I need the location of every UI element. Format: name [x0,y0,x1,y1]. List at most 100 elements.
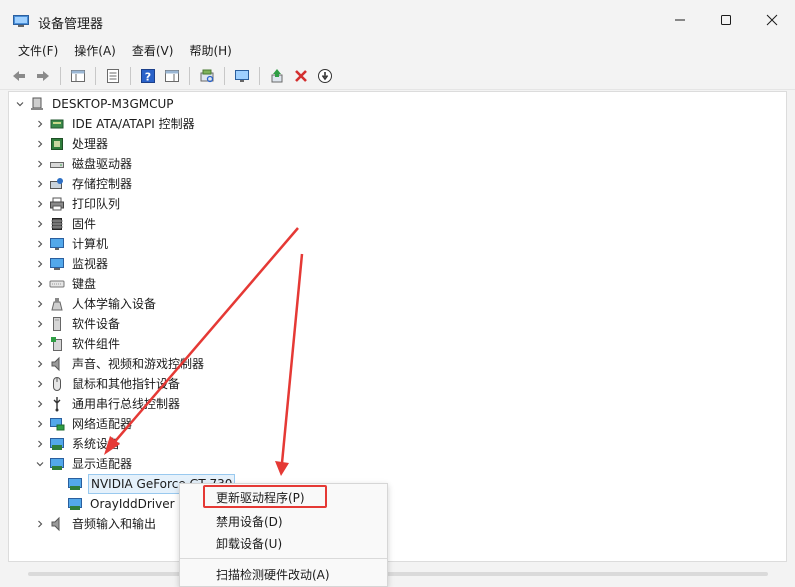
device-item[interactable]: OrayIddDriver [66,494,177,514]
minimize-button[interactable] [657,0,703,40]
toolbar-separator [224,66,225,85]
menu-help[interactable]: 帮助(H) [181,40,239,62]
menu-file[interactable]: 文件(F) [10,40,66,62]
chevron-right-icon[interactable] [32,234,48,254]
hid-icon [48,295,66,313]
close-button[interactable] [749,0,795,40]
tree-root[interactable]: DESKTOP-M3GMCUP [12,94,176,114]
chevron-right-icon[interactable] [32,154,48,174]
scan-hardware-icon [200,69,214,82]
tree-category-label: 软件设备 [72,317,121,331]
tree-category[interactable]: 通用串行总线控制器 [32,394,182,414]
chevron-right-icon[interactable] [32,194,48,214]
tree-category-label: 声音、视频和游戏控制器 [72,357,205,371]
tree-category-label: 计算机 [72,237,109,251]
tree-category-label: 系统设备 [72,437,121,451]
tree-category-label: 人体学输入设备 [72,297,157,311]
tree-category[interactable]: 打印队列 [32,194,122,214]
help-button[interactable]: ? [137,65,159,87]
chevron-right-icon[interactable] [32,174,48,194]
chevron-right-icon[interactable] [32,214,48,234]
menu-item-scan-hardware[interactable]: 扫描检测硬件改动(A) [216,566,330,583]
update-driver-button[interactable] [266,65,288,87]
chevron-right-icon[interactable] [32,354,48,374]
tree-category[interactable]: 固件 [32,214,98,234]
tree-category[interactable]: 磁盘驱动器 [32,154,134,174]
help-icon: ? [141,68,155,83]
tree-category[interactable]: 音频输入和输出 [32,514,158,534]
chevron-right-icon[interactable] [32,314,48,334]
forward-button[interactable] [32,65,54,87]
tree-category[interactable]: 软件组件 [32,334,122,354]
tree-category[interactable]: 人体学输入设备 [32,294,158,314]
chevron-right-icon[interactable] [32,394,48,414]
tree-category[interactable]: 鼠标和其他指针设备 [32,374,182,394]
tree-root-label: DESKTOP-M3GMCUP [52,97,174,111]
tree-category-expanded[interactable]: 显示适配器 [32,454,134,474]
properties-button[interactable] [102,65,124,87]
chevron-right-icon[interactable] [32,374,48,394]
tree-category[interactable]: 处理器 [32,134,110,154]
computer-icon [48,235,66,253]
chevron-right-icon[interactable] [32,274,48,294]
tree-category-label: 软件组件 [72,337,121,351]
context-menu: 更新驱动程序(P) 禁用设备(D) 卸载设备(U) 扫描检测硬件改动(A) [179,483,388,587]
tree-category-label: 监视器 [72,257,109,271]
menu-separator [180,558,387,559]
horizontal-scrollbar[interactable] [8,562,787,587]
scrollbar-thumb[interactable] [28,572,768,576]
chevron-right-icon[interactable] [32,294,48,314]
chevron-right-icon[interactable] [32,114,48,134]
menu-item-update-driver[interactable]: 更新驱动程序(P) [216,489,305,506]
update-driver-icon [271,68,283,82]
toolbar-separator [130,66,131,85]
tree-category[interactable]: 网络适配器 [32,414,134,434]
console-tree-icon [71,69,85,82]
tree-category[interactable]: 计算机 [32,234,110,254]
menu-item-disable-device[interactable]: 禁用设备(D) [216,513,283,530]
monitor-icon [235,69,249,82]
tree-category[interactable]: 声音、视频和游戏控制器 [32,354,206,374]
toolbar-separator [189,66,190,85]
tree-category[interactable]: 系统设备 [32,434,122,454]
tree-category[interactable]: 监视器 [32,254,110,274]
software-device-icon [48,315,66,333]
maximize-button[interactable] [703,0,749,40]
action-pane-icon [165,69,179,82]
chevron-right-icon[interactable] [32,434,48,454]
tree-category[interactable]: 软件设备 [32,314,122,334]
scan-hardware-button[interactable] [196,65,218,87]
chevron-right-icon[interactable] [32,134,48,154]
console-tree-button[interactable] [67,65,89,87]
chevron-right-icon[interactable] [32,414,48,434]
monitor-icon [48,255,66,273]
processor-icon [48,135,66,153]
tree-category-label: 网络适配器 [72,417,133,431]
toolbar-separator [259,66,260,85]
back-button[interactable] [8,65,30,87]
tree-category-label: 显示适配器 [72,457,133,471]
tree-category-label: 处理器 [72,137,109,151]
chevron-right-icon[interactable] [32,334,48,354]
display-adapter-icon [66,475,84,493]
tree-category[interactable]: 键盘 [32,274,98,294]
usb-icon [48,395,66,413]
chevron-right-icon[interactable] [32,254,48,274]
toolbar: ? [0,62,795,90]
tree-category[interactable]: IDE ATA/ATAPI 控制器 [32,114,197,134]
disable-device-button[interactable] [314,65,336,87]
chevron-down-icon[interactable] [32,454,48,474]
menu-item-uninstall-device[interactable]: 卸载设备(U) [216,535,282,552]
chevron-right-icon[interactable] [32,514,48,534]
monitor-button[interactable] [231,65,253,87]
menu-view[interactable]: 查看(V) [124,40,182,62]
tree-category[interactable]: 存储控制器 [32,174,134,194]
forward-icon [37,70,49,81]
tree-category-label: 键盘 [72,277,97,291]
action-pane-button[interactable] [161,65,183,87]
tree-category-label: 音频输入和输出 [72,517,157,531]
chevron-down-icon[interactable] [12,94,28,114]
menu-action[interactable]: 操作(A) [66,40,124,62]
uninstall-button[interactable] [290,65,312,87]
software-component-icon [48,335,66,353]
